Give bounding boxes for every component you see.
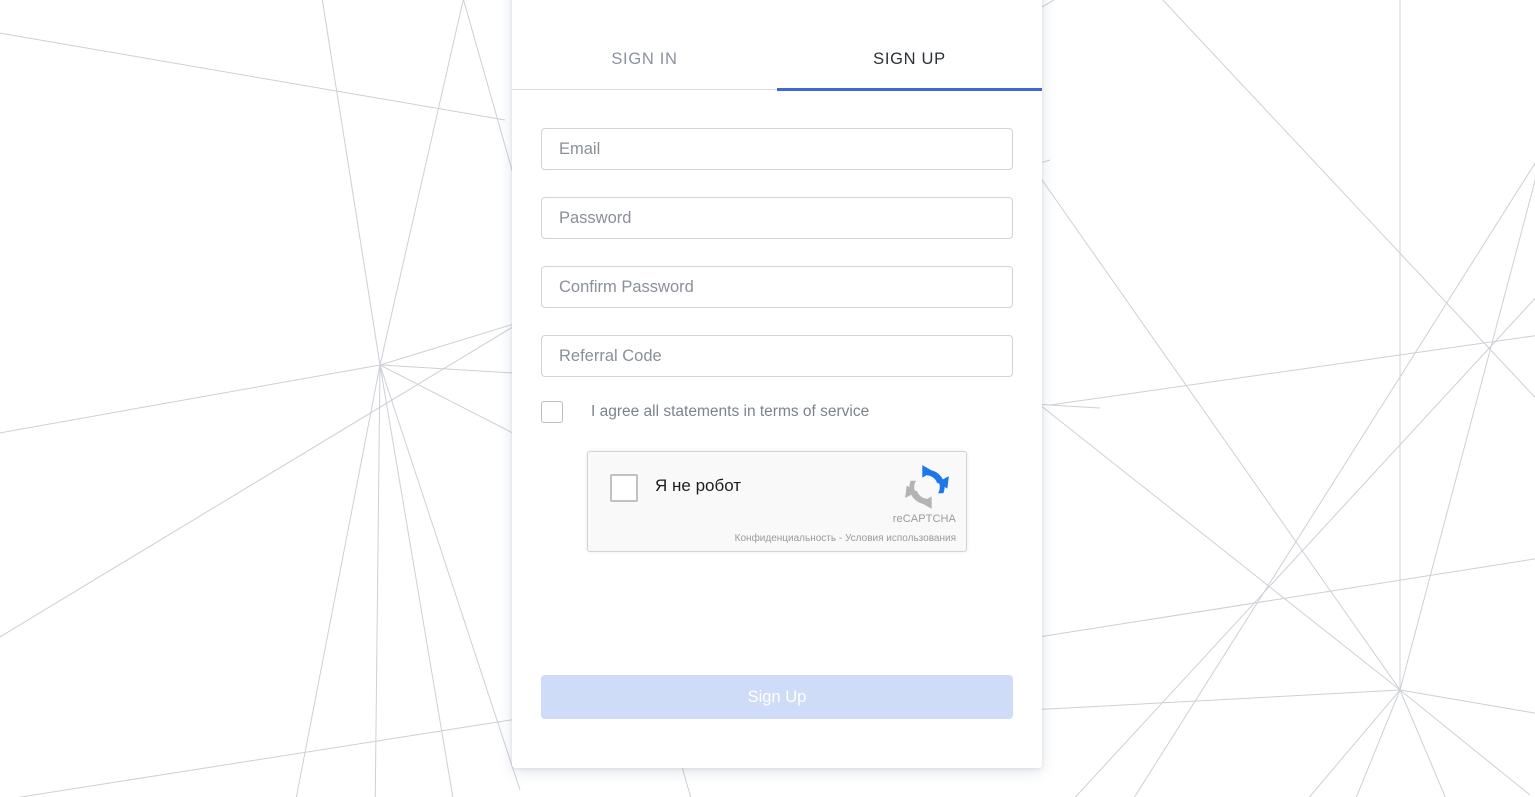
sign-up-form: I agree all statements in terms of servi… [512,90,1042,768]
submit-area: Sign Up [541,675,1013,768]
recaptcha-privacy-link[interactable]: Конфиденциальность [735,533,836,544]
email-field[interactable] [541,128,1013,170]
recaptcha-checkbox[interactable] [610,474,638,502]
auth-tabs: SIGN IN SIGN UP [512,0,1042,91]
recaptcha-footer-links: Конфиденциальность - Условия использован… [735,533,956,544]
auth-card: SIGN IN SIGN UP I agree all statements i… [512,0,1042,768]
recaptcha-terms-link[interactable]: Условия использования [845,533,956,544]
terms-checkbox-label[interactable]: I agree all statements in terms of servi… [591,403,869,421]
recaptcha-checkbox-label: Я не робот [655,476,742,495]
password-field[interactable] [541,197,1013,239]
terms-agreement-row: I agree all statements in terms of servi… [541,401,1013,423]
recaptcha-link-separator: - [838,533,843,544]
recaptcha-widget[interactable]: Я не робот reCAPTCHA Конфиденциальность … [587,451,967,552]
terms-checkbox[interactable] [541,401,563,423]
confirm-password-field[interactable] [541,266,1013,308]
tab-sign-up[interactable]: SIGN UP [777,50,1042,91]
tab-sign-in[interactable]: SIGN IN [512,50,777,89]
referral-code-field[interactable] [541,335,1013,377]
recaptcha-brand-label: reCAPTCHA [892,513,956,525]
tab-sign-in-label: SIGN IN [611,50,678,68]
sign-up-button[interactable]: Sign Up [541,675,1013,719]
recaptcha-logo-icon [905,465,949,509]
tab-sign-up-label: SIGN UP [873,50,946,68]
